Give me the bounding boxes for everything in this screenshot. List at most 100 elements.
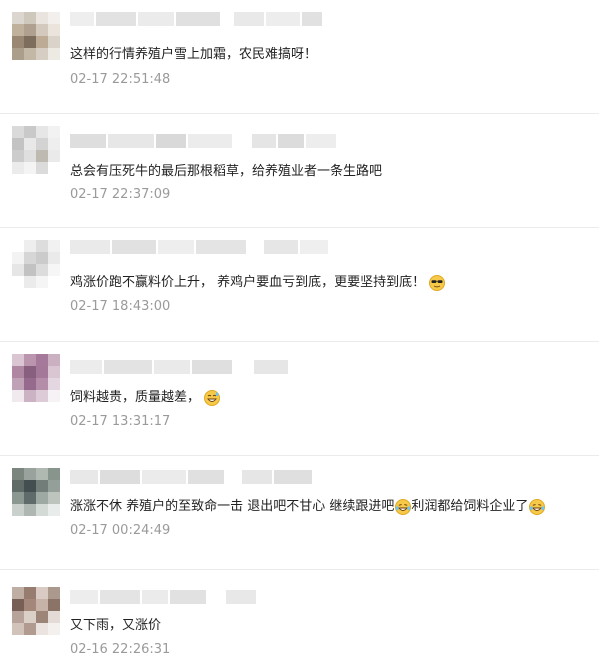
- comment-text-body-continued: 利润都给饲料企业了: [411, 499, 529, 514]
- avatar-mosaic-cell: [36, 492, 48, 504]
- avatar[interactable]: [12, 468, 60, 516]
- avatar-mosaic-cell: [48, 354, 60, 366]
- avatar-mosaic-cell: [36, 150, 48, 162]
- avatar-mosaic-cell: [36, 378, 48, 390]
- avatar-mosaic-cell: [24, 378, 36, 390]
- avatar-mosaic-cell: [24, 48, 36, 60]
- avatar-mosaic-cell: [24, 623, 36, 635]
- avatar-mosaic-cell: [48, 48, 60, 60]
- comment-text: 饲料越贵，质量越差，: [70, 388, 221, 408]
- avatar-mosaic-cell: [24, 12, 36, 24]
- avatar-mosaic-cell: [36, 366, 48, 378]
- avatar-mosaic-cell: [12, 354, 24, 366]
- avatar-mosaic-cell: [24, 587, 36, 599]
- avatar[interactable]: [12, 12, 60, 60]
- avatar-mosaic-cell: [48, 150, 60, 162]
- avatar-mosaic-cell: [48, 599, 60, 611]
- avatar-mosaic-cell: [48, 162, 60, 174]
- avatar-mosaic-cell: [36, 587, 48, 599]
- avatar-mosaic-cell: [48, 12, 60, 24]
- avatar-mosaic-cell: [12, 480, 24, 492]
- avatar[interactable]: [12, 126, 60, 174]
- avatar-mosaic-cell: [36, 48, 48, 60]
- comment-timestamp: 02-17 22:51:48: [70, 72, 171, 87]
- avatar-mosaic-cell: [24, 366, 36, 378]
- avatar-mosaic-cell: [12, 378, 24, 390]
- avatar-mosaic-cell: [48, 587, 60, 599]
- avatar[interactable]: [12, 354, 60, 402]
- comment-item: 饲料越贵，质量越差， 02-17 13:31:17: [0, 342, 599, 456]
- avatar-mosaic-cell: [12, 504, 24, 516]
- comment-text-body: 鸡涨价跑不赢料价上升， 养鸡户要血亏到底，更要坚持到底！: [70, 275, 426, 290]
- avatar-mosaic-cell: [48, 390, 60, 402]
- avatar[interactable]: [12, 240, 60, 288]
- laugh-cry-emoji-icon: [395, 499, 412, 515]
- avatar-mosaic-cell: [12, 12, 24, 24]
- avatar-mosaic-cell: [24, 504, 36, 516]
- comment-item: 这样的行情养殖户雪上加霜，农民难搞呀！ 02-17 22:51:48: [0, 0, 599, 114]
- username-masked: [70, 590, 256, 604]
- avatar-mosaic-cell: [12, 24, 24, 36]
- username-masked: [70, 134, 336, 148]
- avatar-mosaic-cell: [24, 480, 36, 492]
- avatar-mosaic-cell: [48, 36, 60, 48]
- avatar-mosaic-cell: [12, 390, 24, 402]
- avatar-mosaic-cell: [24, 162, 36, 174]
- username-masked: [70, 360, 288, 374]
- avatar-mosaic-cell: [12, 623, 24, 635]
- avatar-mosaic-cell: [12, 492, 24, 504]
- avatar-mosaic-cell: [12, 48, 24, 60]
- comment-text-body: 这样的行情养殖户雪上加霜，农民难搞呀！: [70, 47, 318, 62]
- avatar-mosaic-cell: [48, 24, 60, 36]
- avatar-mosaic-cell: [24, 138, 36, 150]
- avatar-mosaic-cell: [36, 468, 48, 480]
- avatar-mosaic-cell: [12, 138, 24, 150]
- avatar-mosaic-cell: [48, 611, 60, 623]
- comment-item: 涨涨不休 养殖户的至致命一击 退出吧不甘心 继续跟进吧 利润都给饲料企业了 02…: [0, 456, 599, 570]
- comment-text-body: 总会有压死牛的最后那根稻草，给养殖业者一条生路吧: [70, 164, 383, 179]
- comment-text-body: 又下雨，又涨价: [70, 618, 162, 633]
- comment-text: 涨涨不休 养殖户的至致命一击 退出吧不甘心 继续跟进吧 利润都给饲料企业了: [70, 497, 546, 517]
- avatar-mosaic-cell: [48, 126, 60, 138]
- avatar-mosaic-cell: [24, 354, 36, 366]
- avatar-mosaic-cell: [12, 366, 24, 378]
- avatar-mosaic-cell: [48, 623, 60, 635]
- avatar-mosaic-cell: [12, 611, 24, 623]
- avatar-mosaic-cell: [24, 24, 36, 36]
- avatar-mosaic-cell: [48, 378, 60, 390]
- comment-text-body: 饲料越贵，质量越差，: [70, 390, 201, 405]
- avatar-mosaic-cell: [36, 276, 48, 288]
- avatar-mosaic-cell: [48, 480, 60, 492]
- avatar-mosaic-cell: [24, 150, 36, 162]
- grin-sweat-emoji-icon: [204, 390, 221, 406]
- comment-text-body: 涨涨不休 养殖户的至致命一击 退出吧不甘心 继续跟进吧: [70, 499, 395, 514]
- comment-item: 鸡涨价跑不赢料价上升， 养鸡户要血亏到底，更要坚持到底！ 02-17 18:43…: [0, 228, 599, 342]
- avatar-mosaic-cell: [24, 126, 36, 138]
- avatar-mosaic-cell: [24, 390, 36, 402]
- avatar-mosaic-cell: [48, 492, 60, 504]
- avatar-mosaic-cell: [24, 492, 36, 504]
- laugh-cry-emoji-icon: [529, 499, 546, 515]
- avatar-mosaic-cell: [12, 36, 24, 48]
- comment-text: 又下雨，又涨价: [70, 616, 161, 636]
- avatar-mosaic-cell: [36, 12, 48, 24]
- avatar-mosaic-cell: [36, 252, 48, 264]
- avatar-mosaic-cell: [12, 126, 24, 138]
- avatar-mosaic-cell: [24, 599, 36, 611]
- avatar-mosaic-cell: [24, 468, 36, 480]
- username-masked: [70, 240, 328, 254]
- avatar-mosaic-cell: [12, 264, 24, 276]
- comment-list: 这样的行情养殖户雪上加霜，农民难搞呀！ 02-17 22:51:48 总会有压死…: [0, 0, 599, 667]
- comment-timestamp: 02-17 18:43:00: [70, 299, 171, 314]
- avatar[interactable]: [12, 587, 60, 635]
- avatar-mosaic-cell: [36, 623, 48, 635]
- avatar-mosaic-cell: [36, 611, 48, 623]
- avatar-mosaic-cell: [36, 390, 48, 402]
- avatar-mosaic-cell: [48, 468, 60, 480]
- avatar-mosaic-cell: [48, 504, 60, 516]
- avatar-mosaic-cell: [48, 138, 60, 150]
- comment-timestamp: 02-17 13:31:17: [70, 414, 171, 429]
- avatar-mosaic-cell: [12, 240, 24, 252]
- avatar-mosaic-cell: [36, 24, 48, 36]
- avatar-mosaic-cell: [48, 276, 60, 288]
